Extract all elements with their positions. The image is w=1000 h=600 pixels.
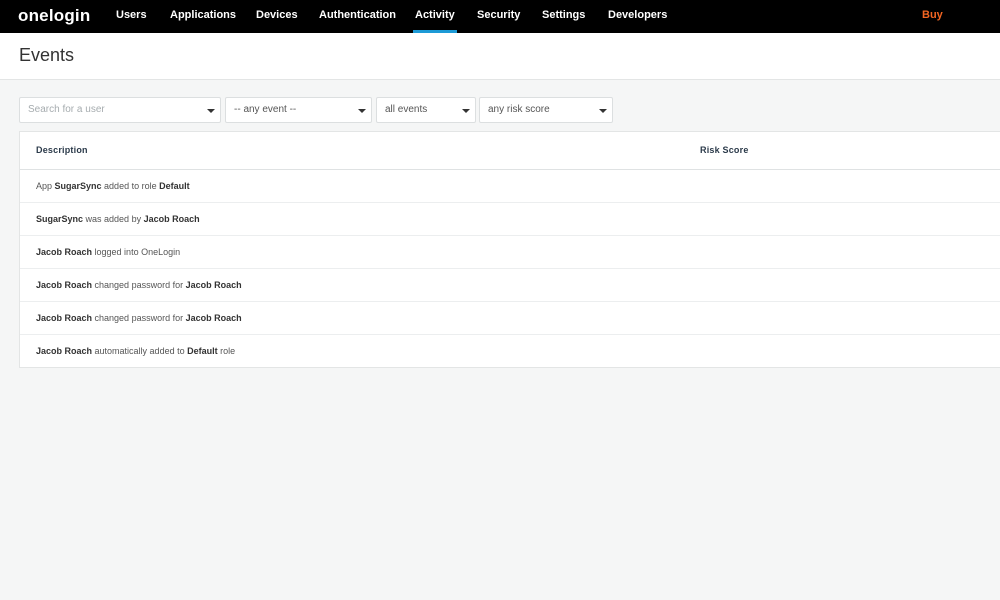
event-entity: Jacob Roach bbox=[36, 313, 93, 323]
top-navigation-bar: onelogin Users Applications Devices Auth… bbox=[0, 0, 1000, 33]
event-type-value: -- any event -- bbox=[234, 104, 297, 115]
caret-down-icon bbox=[599, 109, 607, 113]
table-row[interactable]: Jacob Roach automatically added to Defau… bbox=[20, 335, 1000, 368]
table-header: Description Risk Score bbox=[20, 132, 1000, 170]
page-header: Events bbox=[0, 33, 1000, 80]
events-table: Description Risk Score App SugarSync add… bbox=[19, 131, 1000, 368]
table-row[interactable]: Jacob Roach changed password for Jacob R… bbox=[20, 302, 1000, 335]
event-entity: Jacob Roach bbox=[143, 214, 200, 224]
nav-security[interactable]: Security bbox=[477, 0, 520, 33]
event-entity: Default bbox=[159, 181, 190, 191]
page-title: Events bbox=[19, 45, 75, 65]
event-description: SugarSync was added by Jacob Roach bbox=[36, 214, 200, 224]
event-entity: SugarSync bbox=[36, 214, 84, 224]
event-scope-select[interactable]: all events bbox=[376, 97, 476, 123]
event-entity: Default bbox=[187, 346, 218, 356]
event-description: App SugarSync added to role Default bbox=[36, 181, 190, 191]
buy-link[interactable]: Buy bbox=[922, 0, 943, 30]
user-search-input[interactable]: Search for a user bbox=[19, 97, 221, 123]
event-description: Jacob Roach changed password for Jacob R… bbox=[36, 280, 242, 290]
event-entity: Jacob Roach bbox=[36, 280, 93, 290]
user-search-placeholder: Search for a user bbox=[28, 104, 105, 115]
event-description: Jacob Roach changed password for Jacob R… bbox=[36, 313, 242, 323]
event-entity: Jacob Roach bbox=[36, 346, 93, 356]
table-row[interactable]: SugarSync was added by Jacob Roach bbox=[20, 203, 1000, 236]
onelogin-logo[interactable]: onelogin bbox=[18, 6, 90, 26]
event-scope-value: all events bbox=[385, 104, 428, 115]
nav-settings[interactable]: Settings bbox=[542, 0, 585, 33]
nav-applications[interactable]: Applications bbox=[170, 0, 236, 33]
risk-score-select[interactable]: any risk score bbox=[479, 97, 613, 123]
caret-down-icon bbox=[207, 109, 215, 113]
event-type-select[interactable]: -- any event -- bbox=[225, 97, 372, 123]
event-description: Jacob Roach automatically added to Defau… bbox=[36, 346, 236, 356]
event-entity: Jacob Roach bbox=[185, 280, 242, 290]
column-header-risk-score[interactable]: Risk Score bbox=[700, 145, 749, 155]
table-row[interactable]: Jacob Roach logged into OneLogin bbox=[20, 236, 1000, 269]
nav-users[interactable]: Users bbox=[116, 0, 147, 33]
table-row[interactable]: Jacob Roach changed password for Jacob R… bbox=[20, 269, 1000, 302]
nav-developers[interactable]: Developers bbox=[608, 0, 667, 33]
caret-down-icon bbox=[358, 109, 366, 113]
event-entity: SugarSync bbox=[54, 181, 102, 191]
event-entity: Jacob Roach bbox=[36, 247, 93, 257]
risk-score-value: any risk score bbox=[488, 104, 550, 115]
event-entity: Jacob Roach bbox=[185, 313, 242, 323]
event-description: Jacob Roach logged into OneLogin bbox=[36, 247, 181, 257]
nav-authentication[interactable]: Authentication bbox=[319, 0, 396, 33]
nav-devices[interactable]: Devices bbox=[256, 0, 298, 33]
caret-down-icon bbox=[462, 109, 470, 113]
column-header-description[interactable]: Description bbox=[36, 145, 88, 155]
table-row[interactable]: App SugarSync added to role Default bbox=[20, 170, 1000, 203]
nav-activity[interactable]: Activity bbox=[413, 0, 457, 33]
